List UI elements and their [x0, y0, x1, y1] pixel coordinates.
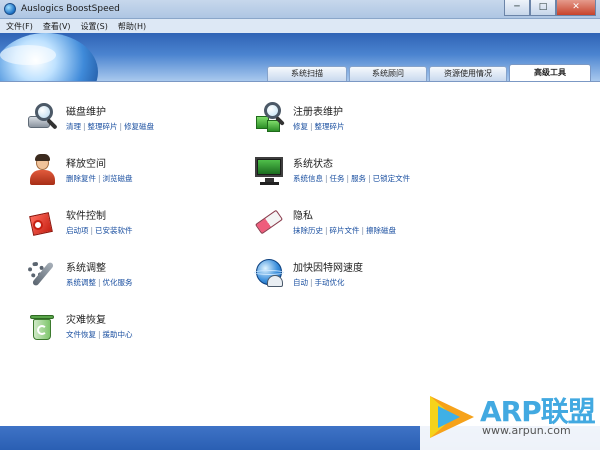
link-system-info[interactable]: 系统信息: [293, 174, 323, 183]
link-optimize-services[interactable]: 优化服务: [103, 278, 133, 287]
monitor-display: [258, 160, 280, 174]
link-separator: |: [83, 122, 86, 131]
monitor-base: [260, 182, 279, 185]
user-hair: [35, 154, 50, 161]
maximize-button[interactable]: □: [530, 0, 556, 16]
link-erase-history[interactable]: 抹除历史: [293, 226, 323, 235]
play-logo-icon: [430, 396, 474, 438]
link-separator: |: [368, 174, 371, 183]
recycle-bin-icon[interactable]: [26, 310, 58, 342]
globe-band: [254, 270, 284, 275]
link-tasks[interactable]: 任务: [330, 174, 345, 183]
tool-title[interactable]: 系统状态: [293, 155, 410, 170]
link-separator: |: [361, 226, 365, 235]
link-separator: |: [325, 174, 328, 183]
tool-registry-maintenance: 注册表维护 修复 | 整理碎片: [253, 102, 345, 134]
link-shred-files[interactable]: 碎片文件: [330, 226, 360, 235]
window-title: Auslogics BoostSpeed: [21, 4, 120, 14]
registry-magnifier-icon[interactable]: [253, 102, 285, 134]
tool-software-control: 软件控制 启动项 | 已安装软件: [26, 206, 133, 238]
tab-system-scan[interactable]: 系统扫描: [267, 66, 347, 81]
disk-magnifier-icon[interactable]: [26, 102, 58, 134]
menu-view[interactable]: 查看(V): [43, 21, 71, 32]
globe-shine: [0, 45, 56, 65]
software-box-icon[interactable]: [26, 206, 58, 238]
tool-internet-speed: 加快因特网速度 自动 | 手动优化: [253, 258, 363, 290]
user-body: [30, 170, 55, 185]
tool-title[interactable]: 软件控制: [66, 207, 133, 222]
tab-advanced-tools[interactable]: 高级工具: [509, 64, 591, 81]
link-registry-repair[interactable]: 修复: [293, 122, 308, 131]
link-registry-defrag[interactable]: 整理碎片: [315, 122, 345, 131]
app-icon: [4, 3, 16, 15]
tool-privacy: 隐私 抹除历史 | 碎片文件 | 擦除磁盘: [253, 206, 396, 238]
tools-icon[interactable]: [26, 258, 58, 290]
eraser-icon[interactable]: [253, 206, 285, 238]
monitor-icon[interactable]: [253, 154, 285, 186]
tool-title[interactable]: 磁盘维护: [66, 103, 154, 118]
tool-system-tweaks: 系统调整 系统调整 | 优化服务: [26, 258, 133, 290]
link-separator: |: [325, 226, 328, 235]
link-installed-software[interactable]: 已安装软件: [95, 226, 133, 235]
link-repair-disk[interactable]: 修复磁盘: [124, 122, 154, 131]
tool-title[interactable]: 注册表维护: [293, 103, 345, 118]
link-locked-files[interactable]: 已锁定文件: [373, 174, 411, 183]
user-icon[interactable]: [26, 154, 58, 186]
window-titlebar: Auslogics BoostSpeed ─ □ ✕: [0, 0, 600, 19]
link-auto-optimize[interactable]: 自动: [293, 278, 308, 287]
link-wipe-disk[interactable]: 擦除磁盘: [366, 226, 396, 235]
link-defrag[interactable]: 整理碎片: [88, 122, 118, 131]
link-manual-optimize[interactable]: 手动优化: [315, 278, 345, 287]
menu-help[interactable]: 帮助(H): [118, 21, 146, 32]
link-separator: |: [98, 278, 101, 287]
tab-system-advisor[interactable]: 系统顾问: [349, 66, 427, 81]
menu-bar: 文件(F) 查看(V) 设置(S) 帮助(H): [0, 19, 600, 33]
globe-speed-icon[interactable]: [253, 258, 285, 290]
link-browse-disk[interactable]: 浏览磁盘: [103, 174, 133, 183]
link-startup-items[interactable]: 启动项: [66, 226, 89, 235]
link-separator: |: [346, 174, 350, 183]
link-rescue-center[interactable]: 援助中心: [103, 330, 133, 339]
tool-title[interactable]: 灾难恢复: [66, 311, 133, 326]
window-controls: ─ □ ✕: [504, 0, 596, 16]
tool-title[interactable]: 隐私: [293, 207, 396, 222]
software-disc: [33, 220, 43, 230]
tool-disk-maintenance: 磁盘维护 清理 | 整理碎片 | 修复磁盘: [26, 102, 154, 134]
link-delete-duplicates[interactable]: 删除复件: [66, 174, 96, 183]
link-separator: |: [310, 122, 313, 131]
eraser-shape: [254, 209, 284, 235]
menu-settings[interactable]: 设置(S): [81, 21, 108, 32]
tools-panel: 磁盘维护 清理 | 整理碎片 | 修复磁盘 注册表维护 修复 | 整理碎片 释放空: [0, 81, 600, 426]
tool-title[interactable]: 释放空间: [66, 155, 133, 170]
watermark-url: www.arpun.com: [482, 424, 571, 437]
link-separator: |: [98, 330, 101, 339]
minimize-button[interactable]: ─: [504, 0, 530, 16]
link-separator: |: [119, 122, 123, 131]
globe-logo-icon: [0, 33, 98, 81]
link-file-recovery[interactable]: 文件恢复: [66, 330, 96, 339]
link-services[interactable]: 服务: [351, 174, 366, 183]
main-tabs: 系统扫描 系统顾问 资源使用情况 高级工具: [267, 64, 593, 81]
recycle-arrow: [37, 325, 47, 335]
magnifier-glass: [35, 103, 53, 121]
link-separator: |: [90, 226, 94, 235]
tab-resource-usage[interactable]: 资源使用情况: [429, 66, 507, 81]
close-button[interactable]: ✕: [556, 0, 596, 16]
tool-title[interactable]: 加快因特网速度: [293, 259, 363, 274]
menu-file[interactable]: 文件(F): [6, 21, 33, 32]
speed-gauge: [267, 275, 283, 287]
link-separator: |: [98, 174, 101, 183]
link-separator: |: [310, 278, 313, 287]
watermark: ARP联盟 www.arpun.com: [420, 386, 600, 450]
link-clean[interactable]: 清理: [66, 122, 81, 131]
tool-free-space: 释放空间 删除复件 | 浏览磁盘: [26, 154, 133, 186]
tool-title[interactable]: 系统调整: [66, 259, 133, 274]
tool-system-status: 系统状态 系统信息 | 任务 | 服务 | 已锁定文件: [253, 154, 410, 186]
link-system-tweak[interactable]: 系统调整: [66, 278, 96, 287]
tool-disaster-recovery: 灾难恢复 文件恢复 | 援助中心: [26, 310, 133, 342]
